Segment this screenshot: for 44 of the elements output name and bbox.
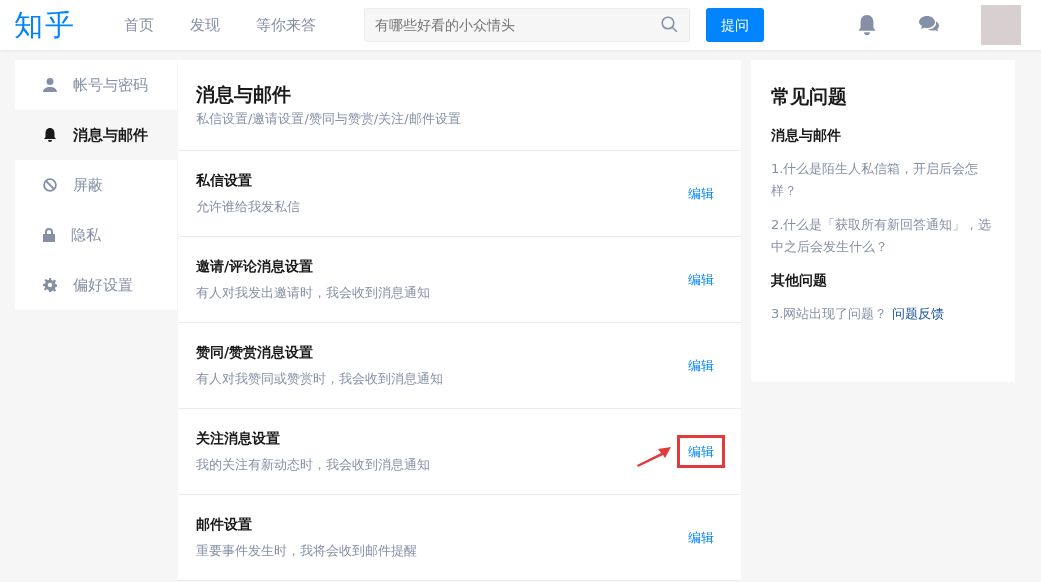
- search-icon[interactable]: [661, 16, 678, 33]
- edit-link[interactable]: 编辑: [677, 262, 725, 297]
- sidebar-item[interactable]: 偏好设置: [15, 260, 177, 310]
- faq-question[interactable]: 1.什么是陌生人私信箱，开启后会怎样？: [771, 157, 995, 202]
- edit-link[interactable]: 编辑: [677, 520, 725, 555]
- bell-icon: [43, 128, 57, 142]
- edit-link[interactable]: 编辑: [677, 348, 725, 383]
- ask-button[interactable]: 提问: [706, 8, 764, 42]
- bell-icon[interactable]: [857, 15, 877, 35]
- nav-link[interactable]: 等你来答: [256, 13, 316, 37]
- logo[interactable]: 知乎: [14, 10, 76, 40]
- setting-description: 重要事件发生时，我将会收到邮件提醒: [196, 542, 418, 561]
- sidebar-item[interactable]: 消息与邮件: [15, 110, 177, 160]
- sidebar-item[interactable]: 隐私: [15, 210, 177, 260]
- setting-description: 允许谁给我发私信: [196, 198, 301, 217]
- user-icon: [43, 78, 57, 92]
- lock-icon: [43, 228, 55, 242]
- gear-icon: [43, 278, 57, 292]
- setting-title: 邀请/评论消息设置: [196, 257, 315, 277]
- feedback-link[interactable]: 问题反馈: [891, 305, 944, 321]
- setting-title: 关注消息设置: [196, 429, 281, 449]
- nav-link[interactable]: 首页: [124, 13, 154, 37]
- faq-heading: 其他问题: [771, 270, 828, 290]
- edit-link[interactable]: 编辑: [677, 434, 725, 469]
- section-subtitle: 私信设置/邀请设置/赞同与赞赏/关注/邮件设置: [196, 109, 462, 128]
- setting-title: 邮件设置: [196, 515, 253, 535]
- setting-title: 私信设置: [196, 171, 253, 191]
- chat-icon[interactable]: [919, 16, 939, 34]
- faq-heading: 消息与邮件: [771, 125, 842, 145]
- faq-title: 常见问题: [771, 84, 848, 109]
- setting-description: 我的关注有新动态时，我会收到消息通知: [196, 456, 431, 475]
- section-title: 消息与邮件: [196, 82, 292, 107]
- edit-link[interactable]: 编辑: [677, 176, 725, 211]
- nav-link[interactable]: 发现: [190, 13, 220, 37]
- search-field[interactable]: 有哪些好看的小众情头: [364, 8, 690, 42]
- sidebar-item[interactable]: 帐号与密码: [15, 60, 177, 110]
- block-icon: [43, 178, 57, 192]
- faq-question[interactable]: 3.网站出现了问题？ 问题反馈: [771, 302, 995, 325]
- sidebar-item[interactable]: 屏蔽: [15, 160, 177, 210]
- setting-description: 有人对我发出邀请时，我会收到消息通知: [196, 284, 431, 303]
- setting-description: 有人对我赞同或赞赏时，我会收到消息通知: [196, 370, 444, 389]
- setting-title: 赞同/赞赏消息设置: [196, 343, 315, 363]
- faq-question[interactable]: 2.什么是「获取所有新回答通知」，选中之后会发生什么？: [771, 213, 995, 258]
- arrow-annotation: [637, 446, 671, 467]
